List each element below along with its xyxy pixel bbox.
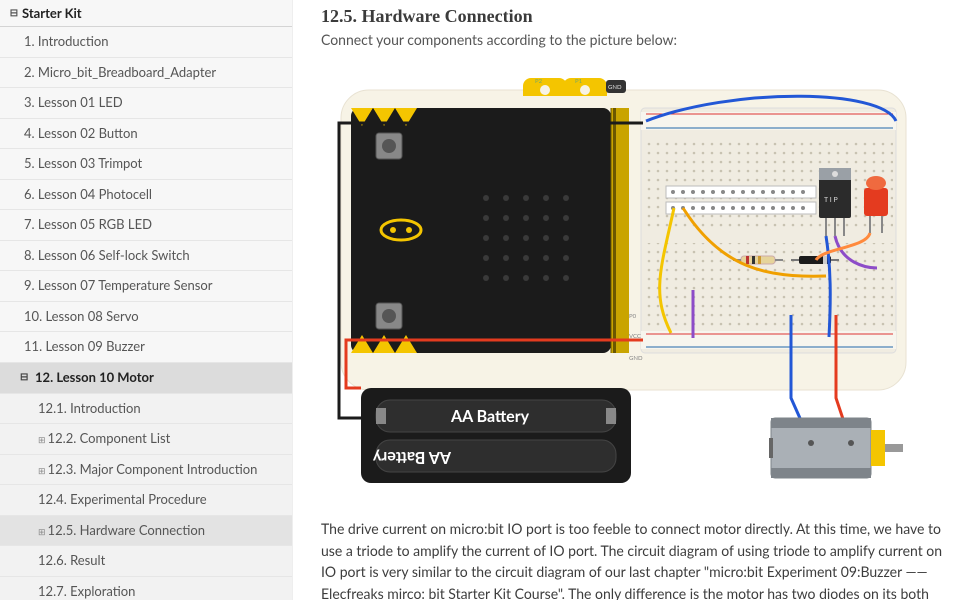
svg-text:VCC: VCC — [629, 333, 641, 340]
main-content: 12.5. Hardware Connection Connect your c… — [293, 0, 970, 600]
collapse-icon: ⊟ — [8, 7, 20, 19]
sidebar-item-label: 2. Micro_bit_Breadboard_Adapter — [24, 64, 216, 80]
expand-icon: ⊞ — [38, 434, 46, 445]
sidebar-item[interactable]: 9. Lesson 07 Temperature Sensor — [0, 271, 292, 302]
sidebar-nav: ⊟ Starter Kit 1. Introduction 2. Micro_bi… — [0, 0, 293, 600]
sidebar-item-label: 9. Lesson 07 Temperature Sensor — [24, 277, 212, 293]
sidebar-subitem[interactable]: 12.4. Experimental Procedure — [0, 485, 292, 516]
sidebar-item-label: 8. Lesson 06 Self-lock Switch — [24, 247, 190, 263]
section-subheading: Connect your components according to the… — [321, 31, 950, 48]
sidebar-item-label: 11. Lesson 09 Buzzer — [24, 338, 145, 354]
sidebar-subitem-label: 12.5. Hardware Connection — [48, 522, 205, 538]
sidebar-item-label: 12. Lesson 10 Motor — [35, 369, 154, 387]
svg-text:P0: P0 — [629, 313, 637, 320]
sidebar-item[interactable]: ⊟12. Lesson 10 Motor — [0, 363, 292, 394]
sidebar-item[interactable]: 10. Lesson 08 Servo — [0, 302, 292, 333]
sidebar-item[interactable]: 11. Lesson 09 Buzzer — [0, 332, 292, 363]
sidebar-item-label: 7. Lesson 05 RGB LED — [24, 216, 152, 232]
sidebar-subitem[interactable]: 12.6. Result — [0, 546, 292, 577]
sidebar-item[interactable]: 4. Lesson 02 Button — [0, 119, 292, 150]
sidebar-title[interactable]: ⊟ Starter Kit — [0, 0, 292, 27]
sidebar-item-label: 5. Lesson 03 Trimpot — [24, 155, 142, 171]
svg-text:GND: GND — [629, 355, 643, 362]
sidebar-item-label: 4. Lesson 02 Button — [24, 125, 138, 141]
tip-label: T I P — [824, 196, 838, 204]
sidebar-subitem[interactable]: 12.7. Exploration — [0, 577, 292, 600]
sidebar-subitem-label: 12.4. Experimental Procedure — [38, 491, 207, 507]
battery-label-2: AA Battery — [372, 448, 452, 467]
sidebar-item[interactable]: 3. Lesson 01 LED — [0, 88, 292, 119]
sidebar-item[interactable]: 1. Introduction — [0, 27, 292, 58]
sidebar-item-label: 1. Introduction — [24, 33, 109, 49]
expand-icon: ⊞ — [38, 526, 46, 537]
svg-text:P2: P2 — [535, 78, 543, 85]
sidebar-subitem[interactable]: 12.1. Introduction — [0, 394, 292, 425]
sidebar-item[interactable]: 8. Lesson 06 Self-lock Switch — [0, 241, 292, 272]
sidebar-item-label: 10. Lesson 08 Servo — [24, 308, 139, 324]
svg-text:P1: P1 — [575, 78, 583, 85]
sidebar-subitem[interactable]: ⊞12.5. Hardware Connection — [0, 516, 292, 547]
sidebar-subitem-label: 12.6. Result — [38, 552, 105, 568]
sidebar-subitem[interactable]: ⊞12.3. Major Component Introduction — [0, 455, 292, 486]
sidebar-item-label: 3. Lesson 01 LED — [24, 94, 123, 110]
section-heading: 12.5. Hardware Connection — [321, 6, 950, 27]
sidebar-item-label: 6. Lesson 04 Photocell — [24, 186, 152, 202]
sidebar-subitem[interactable]: ⊞12.2. Component List — [0, 424, 292, 455]
sidebar-subitem-label: 12.7. Exploration — [38, 583, 135, 599]
sidebar-subitem-label: 12.2. Component List — [48, 430, 171, 446]
description-paragraph: The drive current on micro:bit IO port i… — [321, 518, 950, 600]
wiring-diagram: P2 P1 GND — [321, 60, 950, 508]
expand-icon: ⊞ — [38, 465, 46, 476]
svg-text:GND: GND — [608, 84, 622, 91]
sidebar-subitem-label: 12.3. Major Component Introduction — [48, 461, 258, 477]
battery-label-1: AA Battery — [450, 407, 530, 426]
sidebar-title-text: Starter Kit — [22, 5, 82, 21]
sidebar-subitem-label: 12.1. Introduction — [38, 400, 141, 416]
sidebar-item[interactable]: 5. Lesson 03 Trimpot — [0, 149, 292, 180]
collapse-icon: ⊟ — [20, 371, 32, 385]
sidebar-item[interactable]: 2. Micro_bit_Breadboard_Adapter — [0, 58, 292, 89]
sidebar-item[interactable]: 6. Lesson 04 Photocell — [0, 180, 292, 211]
sidebar-item[interactable]: 7. Lesson 05 RGB LED — [0, 210, 292, 241]
